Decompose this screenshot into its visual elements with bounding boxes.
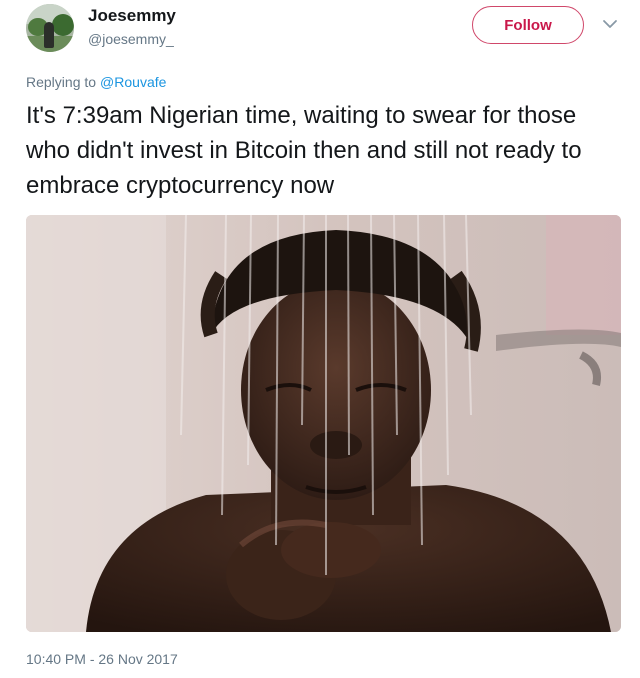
avatar-figure [44,22,54,48]
reply-context: Replying to @Rouvafe [26,74,166,90]
tweet-text: It's 7:39am Nigerian time, waiting to sw… [26,102,582,199]
chevron-down-icon[interactable] [600,14,620,34]
user-handle[interactable]: @joesemmy_ [88,31,174,47]
user-name[interactable]: Joesemmy [88,6,176,26]
reply-prefix: Replying to [26,74,97,90]
tweet-timestamp[interactable]: 10:40 PM - 26 Nov 2017 [26,651,178,667]
reply-to-link[interactable]: @Rouvafe [100,74,166,90]
avatar[interactable] [26,4,74,52]
follow-button[interactable]: Follow [472,6,584,44]
shower-photo-illustration [26,215,621,632]
tweet-header: Joesemmy @joesemmy_ Follow [20,0,630,60]
avatar-foliage [52,14,74,36]
tweet-card: Joesemmy @joesemmy_ Follow Replying to @R… [0,0,640,678]
tweet-photo[interactable] [26,215,621,632]
